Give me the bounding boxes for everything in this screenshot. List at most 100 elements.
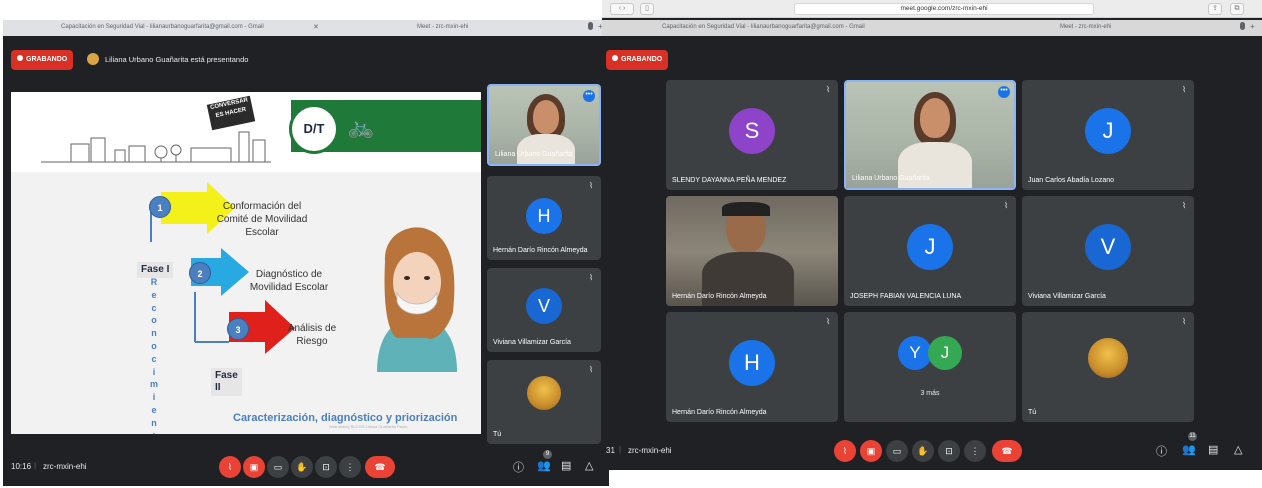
captions-icon[interactable]: ▭ (267, 456, 289, 478)
participant-name: Liliana Urbano Guañarita (852, 175, 930, 182)
back-forward-buttons[interactable]: ‹ › (610, 3, 634, 15)
self-avatar-photo (1088, 338, 1128, 378)
participant-avatar: S (729, 108, 775, 154)
mic-muted-icon: ⌇ (589, 181, 593, 190)
presentation-slide: CONVERSAR ES HACER D/T 🚲 1 2 3 Conformac… (11, 92, 481, 434)
participant-avatar: V (526, 288, 562, 324)
tab-gmail[interactable]: Capacitación en Seguridad Vial - liliana… (662, 24, 865, 30)
step-3-text: Análisis de Riesgo (287, 323, 337, 347)
divider: | (619, 445, 622, 454)
mic-muted-icon: ⌇ (589, 365, 593, 374)
meeting-controls: 31 | zrc-mxin-ehi ⌇ ▣ ▭ ✋ ⊡ ⋮ ☎ ⓘ 👥 11 ▤… (602, 430, 1262, 470)
recording-badge: GRABANDO (606, 50, 669, 70)
meet-window-presenting: Capacitación en Seguridad Vial - liliana… (3, 20, 609, 486)
chat-icon[interactable]: ▤ (561, 459, 571, 472)
participant-tile[interactable]: ⌇ V Viviana Villamizar García (1022, 196, 1194, 306)
info-icon[interactable]: ⓘ (513, 459, 524, 475)
camera-off-icon[interactable]: ▣ (243, 456, 265, 478)
sidebar-icon[interactable]: ▯ (640, 3, 654, 15)
more-options-icon[interactable]: ••• (583, 90, 595, 102)
chat-icon[interactable]: ▤ (1208, 443, 1218, 456)
address-bar[interactable]: meet.google.com/zrc-mxin-ehi (794, 3, 1094, 15)
participant-tile-presenter[interactable]: ••• Liliana Urbano Guañarita (844, 80, 1016, 190)
mic-muted-icon: ⌇ (826, 85, 830, 94)
participant-tile[interactable]: ⌇ V Viviana Villamizar García (487, 268, 601, 352)
camera-video (666, 196, 838, 306)
more-vert-icon[interactable]: ⋮ (964, 440, 986, 462)
participant-tile[interactable]: ⌇ S SLENDY DAYANNA PEÑA MENDEZ (666, 80, 838, 190)
clock-time: 10:16 (11, 462, 32, 471)
record-dot-icon (612, 55, 618, 62)
presenter-avatar (87, 53, 99, 65)
step-2-text: Diagnóstico de Movilidad Escolar (249, 269, 329, 293)
camera-video (846, 82, 1014, 188)
more-avatar-2: J (928, 336, 962, 370)
participant-tile-self[interactable]: ⌇ Tú (1022, 312, 1194, 422)
participant-tile-presenter[interactable]: ••• Liliana Urbano Guañarita (487, 84, 601, 166)
more-options-icon[interactable]: ••• (998, 86, 1010, 98)
tab-gmail[interactable]: Capacitación en Seguridad Vial - liliana… (61, 24, 264, 30)
tab-mic-icon (1240, 22, 1245, 30)
present-icon[interactable]: ⊡ (938, 440, 960, 462)
vertical-word-reconocimiento: R e c o n o c i m i e n t o (149, 277, 158, 434)
close-tab-icon[interactable]: ✕ (313, 23, 319, 31)
participant-avatar: J (1085, 108, 1131, 154)
hangup-icon[interactable]: ☎ (365, 456, 395, 478)
tab-meet[interactable]: Meet - zrc-mxin-ehi (1060, 24, 1111, 30)
participant-name: Hernán Darío Rincón Almeyda (672, 293, 767, 300)
mic-muted-icon: ⌇ (589, 273, 593, 282)
tab-meet[interactable]: Meet - zrc-mxin-ehi (417, 24, 468, 30)
camera-off-icon[interactable]: ▣ (860, 440, 882, 462)
mic-off-icon[interactable]: ⌇ (219, 456, 241, 478)
participant-tile[interactable]: ⌇ J JOSEPH FABIAN VALENCIA LUNA (844, 196, 1016, 306)
participant-tile[interactable]: ⌇ H Hernán Darío Rincón Almeyda (487, 176, 601, 260)
record-dot-icon (17, 55, 23, 62)
people-count-badge: 11 (1188, 432, 1197, 441)
activities-icon[interactable]: △ (1234, 443, 1242, 456)
step-3-number: 3 (227, 318, 249, 340)
participant-name: Hernán Darío Rincón Almeyda (672, 409, 767, 416)
mic-off-icon[interactable]: ⌇ (834, 440, 856, 462)
hangup-icon[interactable]: ☎ (992, 440, 1022, 462)
present-icon[interactable]: ⊡ (315, 456, 337, 478)
mic-muted-icon: ⌇ (1182, 85, 1186, 94)
participant-avatar: H (526, 198, 562, 234)
mic-muted-icon: ⌇ (826, 317, 830, 326)
captions-icon[interactable]: ▭ (886, 440, 908, 462)
participant-name: Viviana Villamizar García (493, 339, 571, 346)
participant-avatar: H (729, 340, 775, 386)
woman-mask-illustration (377, 227, 457, 372)
divider: | (34, 461, 37, 470)
more-vert-icon[interactable]: ⋮ (339, 456, 361, 478)
slide-footer-title: Caracterización, diagnóstico y priorizac… (233, 412, 458, 424)
more-participants-tile[interactable]: Y J 3 más (844, 312, 1016, 422)
recording-badge: GRABANDO (11, 50, 74, 70)
activities-icon[interactable]: △ (585, 459, 593, 472)
participant-tile-self[interactable]: ⌇ Tú (487, 360, 601, 444)
people-icon[interactable]: 👥 (1182, 443, 1196, 456)
people-icon[interactable]: 👥 (537, 459, 551, 472)
step-2-number: 2 (189, 262, 211, 284)
participant-tile[interactable]: ⌇ H Hernán Darío Rincón Almeyda (666, 312, 838, 422)
mic-muted-icon: ⌇ (1182, 201, 1186, 210)
raise-hand-icon[interactable]: ✋ (912, 440, 934, 462)
presenting-banner: Liliana Urbano Guañarita está presentand… (105, 55, 249, 64)
slide-credit: Web sliding BLOGS Liliana Guañarita Pard… (329, 424, 408, 429)
info-icon[interactable]: ⓘ (1156, 443, 1167, 459)
safari-tab-bar: Capacitación en Seguridad Vial - liliana… (602, 20, 1262, 36)
participant-tile[interactable]: Hernán Darío Rincón Almeyda (666, 196, 838, 306)
tabs-icon[interactable]: ⧉ (1230, 3, 1244, 15)
mic-muted-icon: ⌇ (1182, 317, 1186, 326)
people-count-badge: 9 (543, 450, 552, 459)
new-tab-icon[interactable]: + (1250, 22, 1255, 31)
fase-2-label: Fase II (211, 368, 242, 396)
clock-time: 31 (606, 446, 615, 455)
mic-muted-icon: ⌇ (1004, 201, 1008, 210)
participant-tile[interactable]: ⌇ J Juan Carlos Abadía Lozano (1022, 80, 1194, 190)
share-icon[interactable]: ⇪ (1208, 3, 1222, 15)
meet-window-grid: ‹ › ▯ meet.google.com/zrc-mxin-ehi ⇪ ⧉ C… (602, 0, 1262, 470)
raise-hand-icon[interactable]: ✋ (291, 456, 313, 478)
more-avatar-1: Y (898, 336, 932, 370)
step-1-number: 1 (149, 196, 171, 218)
more-count: 3 más (920, 390, 940, 397)
